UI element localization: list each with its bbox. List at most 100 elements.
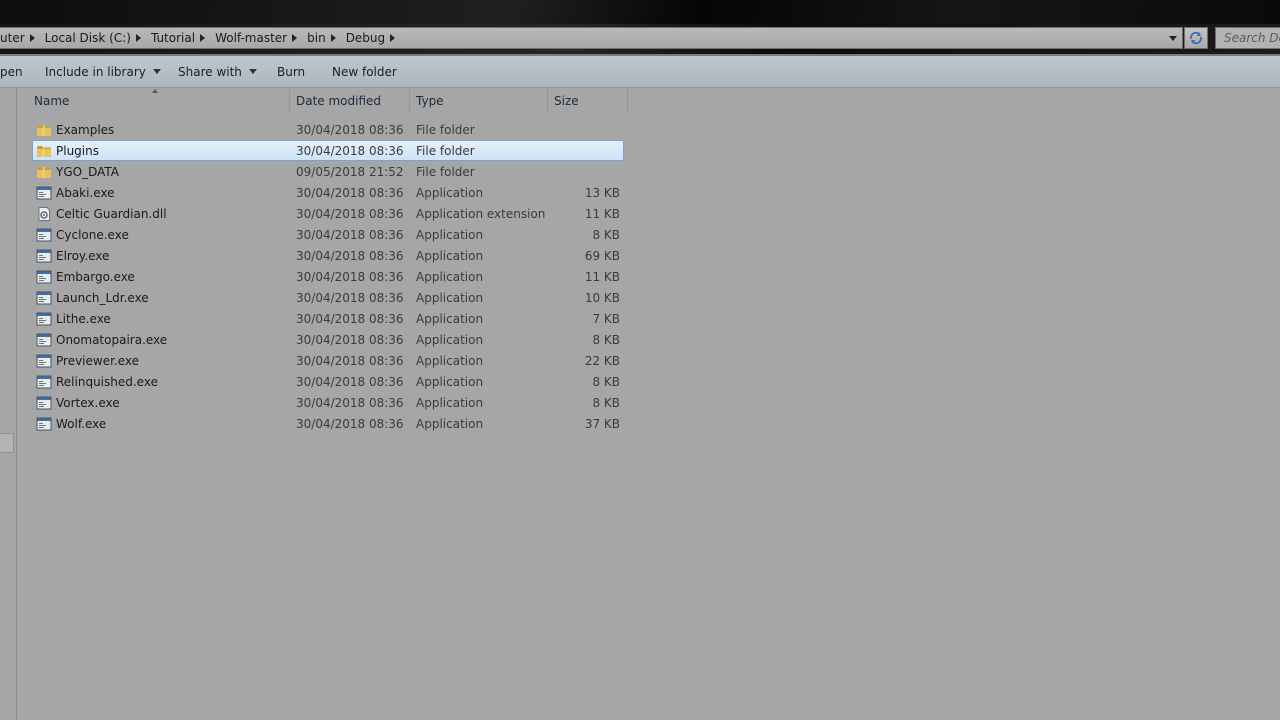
file-size: 8 KB (592, 395, 620, 410)
file-date-modified: 30/04/2018 08:36 (296, 311, 404, 326)
file-date-modified: 30/04/2018 08:36 (296, 416, 404, 431)
column-header-type[interactable]: Type (410, 89, 548, 113)
application-icon (36, 396, 52, 410)
column-header-date-modified[interactable]: Date modified (290, 89, 410, 113)
file-type: Application (416, 290, 484, 305)
file-row[interactable]: Vortex.exe 30/04/2018 08:36 Application 8 K… (32, 392, 624, 413)
file-row[interactable]: Elroy.exe 30/04/2018 08:36 Application 69 K… (32, 245, 624, 266)
file-row[interactable]: Embargo.exe 30/04/2018 08:36 Application 11… (32, 266, 624, 287)
file-row[interactable]: Launch_Ldr.exe 30/04/2018 08:36 Applicatio… (32, 287, 624, 308)
file-row[interactable]: Abaki.exe 30/04/2018 08:36 Application 13 K… (32, 182, 624, 203)
file-row[interactable]: Lithe.exe 30/04/2018 08:36 Application 7 KB (32, 308, 624, 329)
file-name: Onomatopaira.exe (56, 332, 168, 347)
file-size: 7 KB (592, 311, 620, 326)
file-date-modified: 30/04/2018 08:36 (296, 185, 404, 200)
column-header-name[interactable]: Name (18, 89, 290, 113)
burn-button[interactable]: Burn (277, 56, 332, 87)
file-size: 8 KB (592, 227, 620, 242)
address-history-dropdown[interactable] (1164, 28, 1182, 48)
sort-ascending-icon (152, 89, 158, 93)
application-icon (36, 312, 52, 326)
column-header-label: Type (416, 94, 444, 108)
breadcrumb-label: Debug (345, 31, 386, 45)
refresh-button[interactable] (1184, 27, 1208, 49)
dll-icon (36, 207, 52, 221)
file-name: Previewer.exe (56, 353, 140, 368)
share-with-label: Share with (178, 64, 242, 79)
file-type: Application (416, 185, 484, 200)
chevron-down-icon (248, 69, 257, 74)
file-size: 8 KB (592, 374, 620, 389)
file-type: Application (416, 269, 484, 284)
include-in-library-button[interactable]: Include in library (45, 56, 178, 87)
breadcrumb-local-disk[interactable]: Local Disk (C:) (41, 28, 147, 48)
file-date-modified: 30/04/2018 08:36 (296, 227, 404, 242)
chevron-right-icon[interactable] (390, 34, 396, 42)
file-row[interactable]: Onomatopaira.exe 30/04/2018 08:36 Applicat… (32, 329, 624, 350)
file-name: Elroy.exe (56, 248, 110, 263)
breadcrumb-label: Local Disk (C:) (44, 31, 131, 45)
file-row[interactable]: Previewer.exe 30/04/2018 08:36 Application… (32, 350, 624, 371)
breadcrumb-tutorial[interactable]: Tutorial (147, 28, 211, 48)
file-name: Abaki.exe (56, 185, 115, 200)
file-type: Application (416, 353, 484, 368)
file-type: Application (416, 332, 484, 347)
column-header-label: Size (554, 94, 579, 108)
chevron-down-icon (152, 69, 161, 74)
chevron-right-icon[interactable] (292, 34, 298, 42)
file-type: File folder (416, 122, 475, 137)
chevron-right-icon[interactable] (135, 34, 141, 42)
search-input[interactable]: Search Deb (1215, 27, 1280, 49)
share-with-button[interactable]: Share with (178, 56, 277, 87)
file-row[interactable]: Examples 30/04/2018 08:36 File folder (32, 119, 624, 140)
file-name: Relinquished.exe (56, 374, 158, 389)
breadcrumb-label: Wolf-master (215, 31, 288, 45)
application-icon (36, 291, 52, 305)
column-header-row: Name Date modified Type Size (18, 89, 628, 113)
file-size: 13 KB (584, 185, 620, 200)
breadcrumb-debug[interactable]: Debug (342, 28, 401, 48)
file-name: YGO_DATA (56, 164, 119, 179)
file-type: Application (416, 416, 484, 431)
file-date-modified: 30/04/2018 08:36 (296, 290, 404, 305)
search-placeholder: Search Deb (1224, 31, 1280, 45)
file-name: Celtic Guardian.dll (56, 206, 167, 221)
folder-icon (36, 144, 52, 158)
chevron-right-icon[interactable] (29, 34, 35, 42)
new-folder-button[interactable]: New folder (332, 56, 397, 87)
column-header-label: Date modified (296, 94, 382, 108)
breadcrumb-wolf-master[interactable]: Wolf-master (211, 28, 303, 48)
navigation-pane[interactable] (0, 89, 17, 720)
file-row[interactable]: Wolf.exe 30/04/2018 08:36 Application 37 KB (32, 413, 624, 434)
file-date-modified: 09/05/2018 21:52 (296, 164, 404, 179)
file-name: Cyclone.exe (56, 227, 129, 242)
application-icon (36, 375, 52, 389)
file-row[interactable]: Plugins 30/04/2018 08:36 File folder (32, 140, 624, 161)
include-in-library-label: Include in library (45, 64, 146, 79)
column-header-size[interactable]: Size (548, 89, 628, 113)
file-row[interactable]: YGO_DATA 09/05/2018 21:52 File folder (32, 161, 624, 182)
file-row[interactable]: Cyclone.exe 30/04/2018 08:36 Application 8 … (32, 224, 624, 245)
application-icon (36, 228, 52, 242)
file-type: Application (416, 227, 484, 242)
folder-icon (36, 123, 52, 137)
file-name: Embargo.exe (56, 269, 135, 284)
file-date-modified: 30/04/2018 08:36 (296, 374, 404, 389)
file-date-modified: 30/04/2018 08:36 (296, 206, 404, 221)
file-size: 8 KB (592, 332, 620, 347)
file-row[interactable]: Relinquished.exe 30/04/2018 08:36 Applicat… (32, 371, 624, 392)
address-bar[interactable]: uter Local Disk (C:) Tutorial Wolf-maste… (0, 27, 1183, 49)
command-toolbar: pen Include in library Share with Burn N… (0, 56, 1280, 88)
file-type: Application (416, 248, 484, 263)
chevron-right-icon[interactable] (200, 34, 206, 42)
file-name: Plugins (56, 143, 99, 158)
open-button[interactable]: pen (0, 56, 45, 87)
application-icon (36, 270, 52, 284)
navigation-pane-scroll-handle[interactable] (0, 433, 14, 453)
file-date-modified: 30/04/2018 08:36 (296, 395, 404, 410)
breadcrumb-bin[interactable]: bin (303, 28, 342, 48)
chevron-right-icon[interactable] (330, 34, 336, 42)
breadcrumb-computer[interactable]: uter (0, 28, 41, 48)
application-icon (36, 354, 52, 368)
file-row[interactable]: Celtic Guardian.dll 30/04/2018 08:36 Appli… (32, 203, 624, 224)
